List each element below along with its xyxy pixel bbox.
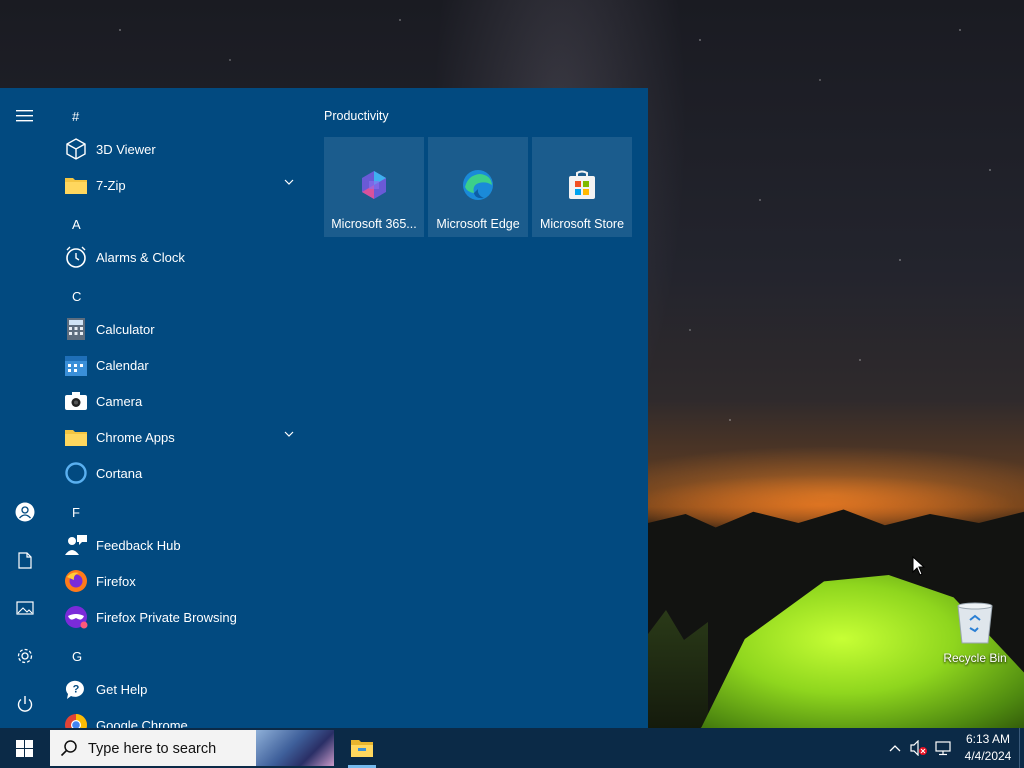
app-item-7-zip[interactable]: 7-Zip <box>60 167 308 203</box>
app-label: Firefox <box>96 573 136 589</box>
app-label: 7-Zip <box>96 177 126 193</box>
volume-muted-icon <box>910 740 927 756</box>
folder-icon <box>64 425 88 449</box>
file-explorer-icon <box>351 740 373 757</box>
clock-icon <box>64 245 88 269</box>
app-item-3d-viewer[interactable]: 3D Viewer <box>60 131 308 167</box>
calendar-icon <box>64 353 88 377</box>
volume-button[interactable] <box>909 738 929 758</box>
letter-header[interactable]: # <box>72 109 79 124</box>
app-list: # 3D Viewer 7-Zip A Alarms & Clock C Cal… <box>50 88 310 728</box>
desktop-icon-recycle-bin[interactable]: Recycle Bin <box>938 600 1012 670</box>
search-highlight-image <box>256 730 334 766</box>
app-label: Alarms & Clock <box>96 249 185 265</box>
user-icon <box>15 502 35 522</box>
start-menu: # 3D Viewer 7-Zip A Alarms & Clock C Cal… <box>0 88 648 728</box>
pictures-button[interactable] <box>0 588 50 628</box>
app-label: Firefox Private Browsing <box>96 609 237 625</box>
firefox-private-icon <box>64 605 88 629</box>
letter-header[interactable]: A <box>72 217 81 232</box>
app-label: Cortana <box>96 465 143 481</box>
recycle-bin-icon <box>957 602 993 644</box>
start-menu-rail <box>0 88 50 728</box>
microsoft-365-icon <box>362 171 386 199</box>
app-label: Calendar <box>96 357 149 373</box>
taskbar: Type here to search 6:13 AM 4/4/2024 <box>0 728 1024 768</box>
pictures-icon <box>16 601 34 615</box>
app-item-google-chrome[interactable]: Google Chrome <box>60 707 308 728</box>
app-label: Camera <box>96 393 143 409</box>
folder-icon <box>64 173 88 197</box>
power-button[interactable] <box>0 684 50 724</box>
tile-group-title[interactable]: Productivity <box>324 109 389 123</box>
account-button[interactable] <box>0 492 50 532</box>
app-label: 3D Viewer <box>96 141 156 157</box>
documents-button[interactable] <box>0 540 50 580</box>
desktop-icon-label: Recycle Bin <box>943 651 1007 665</box>
tile-microsoft-store[interactable]: Microsoft Store <box>532 137 632 237</box>
app-label: Chrome Apps <box>96 429 175 445</box>
taskbar-file-explorer[interactable] <box>346 732 378 764</box>
taskbar-search-box[interactable]: Type here to search <box>50 730 334 766</box>
chevron-down-icon[interactable] <box>284 179 294 185</box>
feedback-icon <box>64 533 88 557</box>
settings-button[interactable] <box>0 636 50 676</box>
firefox-icon <box>64 569 88 593</box>
app-item-camera[interactable]: Camera <box>60 383 308 419</box>
clock-time: 6:13 AM <box>965 732 1011 746</box>
app-item-firefox[interactable]: Firefox <box>60 563 308 599</box>
chrome-icon <box>64 713 88 728</box>
app-item-chrome-apps[interactable]: Chrome Apps <box>60 419 308 455</box>
taskbar-clock[interactable]: 6:13 AM 4/4/2024 <box>958 731 1018 765</box>
app-item-feedback-hub[interactable]: Feedback Hub <box>60 527 308 563</box>
expand-menu-button[interactable] <box>0 96 50 136</box>
tile-label: Microsoft Store <box>539 217 625 231</box>
chevron-up-icon <box>889 745 901 752</box>
show-hidden-icons-button[interactable] <box>885 738 905 758</box>
store-icon <box>569 170 595 199</box>
app-item-calculator[interactable]: Calculator <box>60 311 308 347</box>
app-item-get-help[interactable]: ? Get Help <box>60 671 308 707</box>
tile-label: Microsoft 365... <box>331 217 417 231</box>
search-icon <box>60 740 77 757</box>
app-item-firefox-private[interactable]: Firefox Private Browsing <box>60 599 308 635</box>
search-placeholder: Type here to search <box>88 741 217 757</box>
svg-text:?: ? <box>73 684 80 696</box>
cortana-icon <box>64 461 88 485</box>
app-item-calendar[interactable]: Calendar <box>60 347 308 383</box>
camera-icon <box>64 389 88 413</box>
power-icon <box>17 696 33 712</box>
tile-microsoft-edge[interactable]: Microsoft Edge <box>428 137 528 237</box>
mouse-cursor-icon <box>912 556 926 576</box>
tile-microsoft-365[interactable]: Microsoft 365... <box>324 137 424 237</box>
edge-icon <box>463 170 493 200</box>
letter-header[interactable]: F <box>72 505 80 520</box>
app-item-alarms-clock[interactable]: Alarms & Clock <box>60 239 308 275</box>
start-button[interactable] <box>0 728 48 768</box>
app-label: Get Help <box>96 681 148 697</box>
network-icon <box>935 741 951 756</box>
tile-label: Microsoft Edge <box>436 217 520 231</box>
letter-header[interactable]: G <box>72 649 82 664</box>
clock-date: 4/4/2024 <box>964 749 1012 763</box>
windows-logo-icon <box>15 739 33 757</box>
document-icon <box>18 551 32 569</box>
network-button[interactable] <box>933 738 953 758</box>
letter-header[interactable]: C <box>72 289 81 304</box>
app-item-cortana[interactable]: Cortana <box>60 455 308 491</box>
app-label: Google Chrome <box>96 717 188 729</box>
chevron-down-icon[interactable] <box>284 431 294 437</box>
app-label: Feedback Hub <box>96 537 181 553</box>
menu-icon <box>16 110 33 122</box>
calculator-icon <box>64 317 88 341</box>
help-icon: ? <box>64 677 88 701</box>
settings-icon <box>17 648 33 664</box>
show-desktop-button[interactable] <box>1019 728 1020 768</box>
cube-icon <box>64 137 88 161</box>
app-label: Calculator <box>96 321 155 337</box>
